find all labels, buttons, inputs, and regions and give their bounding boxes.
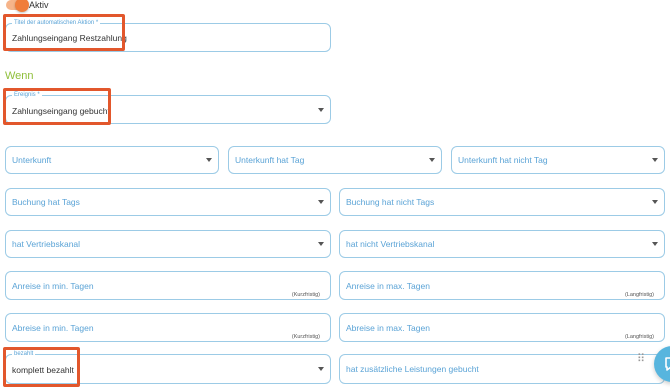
abreise-min-placeholder: Abreise in min. Tagen [12, 322, 94, 333]
extras-placeholder: hat zusätzliche Leistungen gebucht [346, 364, 479, 374]
chat-icon [665, 357, 670, 371]
nicht-vertriebskanal-placeholder: hat nicht Vertriebskanal [346, 239, 435, 249]
abreise-min-hint: (Kurzfristig) [291, 334, 320, 340]
buchung-hat-tags-select[interactable]: Buchung hat Tags [5, 188, 331, 216]
unterkunft-hat-nicht-tag-placeholder: Unterkunft hat nicht Tag [458, 155, 548, 165]
anreise-max-input[interactable]: Anreise in max. Tagen (Langfristig) [339, 271, 665, 300]
anreise-max-hint: (Langfristig) [624, 292, 654, 298]
buchung-hat-nicht-tags-select[interactable]: Buchung hat nicht Tags [339, 188, 665, 216]
abreise-max-input[interactable]: Abreise in max. Tagen (Langfristig) [339, 313, 665, 342]
anreise-min-hint: (Kurzfristig) [291, 292, 320, 298]
abreise-max-hint: (Langfristig) [624, 334, 654, 340]
title-highlight [3, 14, 125, 51]
chevron-down-icon [318, 242, 324, 246]
buchung-hat-nicht-tags-placeholder: Buchung hat nicht Tags [346, 197, 435, 207]
event-highlight [3, 88, 111, 125]
section-heading-wenn: Wenn [5, 70, 34, 82]
chevron-down-icon [652, 242, 658, 246]
unterkunft-select-placeholder: Unterkunft [12, 155, 52, 165]
vertriebskanal-select[interactable]: hat Vertriebskanal [5, 230, 331, 258]
abreise-max-placeholder: Abreise in max. Tagen [346, 322, 430, 333]
chevron-down-icon [652, 158, 658, 162]
chevron-down-icon [429, 158, 435, 162]
unterkunft-hat-nicht-tag-select[interactable]: Unterkunft hat nicht Tag [451, 146, 665, 174]
unterkunft-hat-tag-placeholder: Unterkunft hat Tag [235, 155, 305, 165]
anreise-min-input[interactable]: Anreise in min. Tagen (Kurzfristig) [5, 271, 331, 300]
chevron-down-icon [206, 158, 212, 162]
drag-handle-icon[interactable]: ⠿ [637, 353, 647, 365]
anreise-min-placeholder: Anreise in min. Tagen [12, 280, 94, 291]
chevron-down-icon [652, 200, 658, 204]
unterkunft-hat-tag-select[interactable]: Unterkunft hat Tag [228, 146, 442, 174]
buchung-hat-tags-placeholder: Buchung hat Tags [12, 197, 80, 207]
active-toggle-label: Aktiv [29, 0, 49, 10]
chevron-down-icon [318, 107, 324, 112]
chevron-down-icon [318, 200, 324, 204]
anreise-max-placeholder: Anreise in max. Tagen [346, 280, 430, 291]
paid-highlight [3, 347, 80, 387]
unterkunft-select[interactable]: Unterkunft [5, 146, 219, 174]
abreise-min-input[interactable]: Abreise in min. Tagen (Kurzfristig) [5, 313, 331, 342]
extras-select[interactable]: hat zusätzliche Leistungen gebucht ⠿ [339, 353, 665, 384]
chevron-down-icon [318, 367, 324, 371]
active-toggle-knob[interactable] [15, 0, 29, 12]
vertriebskanal-placeholder: hat Vertriebskanal [12, 239, 81, 249]
nicht-vertriebskanal-select[interactable]: hat nicht Vertriebskanal [339, 230, 665, 258]
